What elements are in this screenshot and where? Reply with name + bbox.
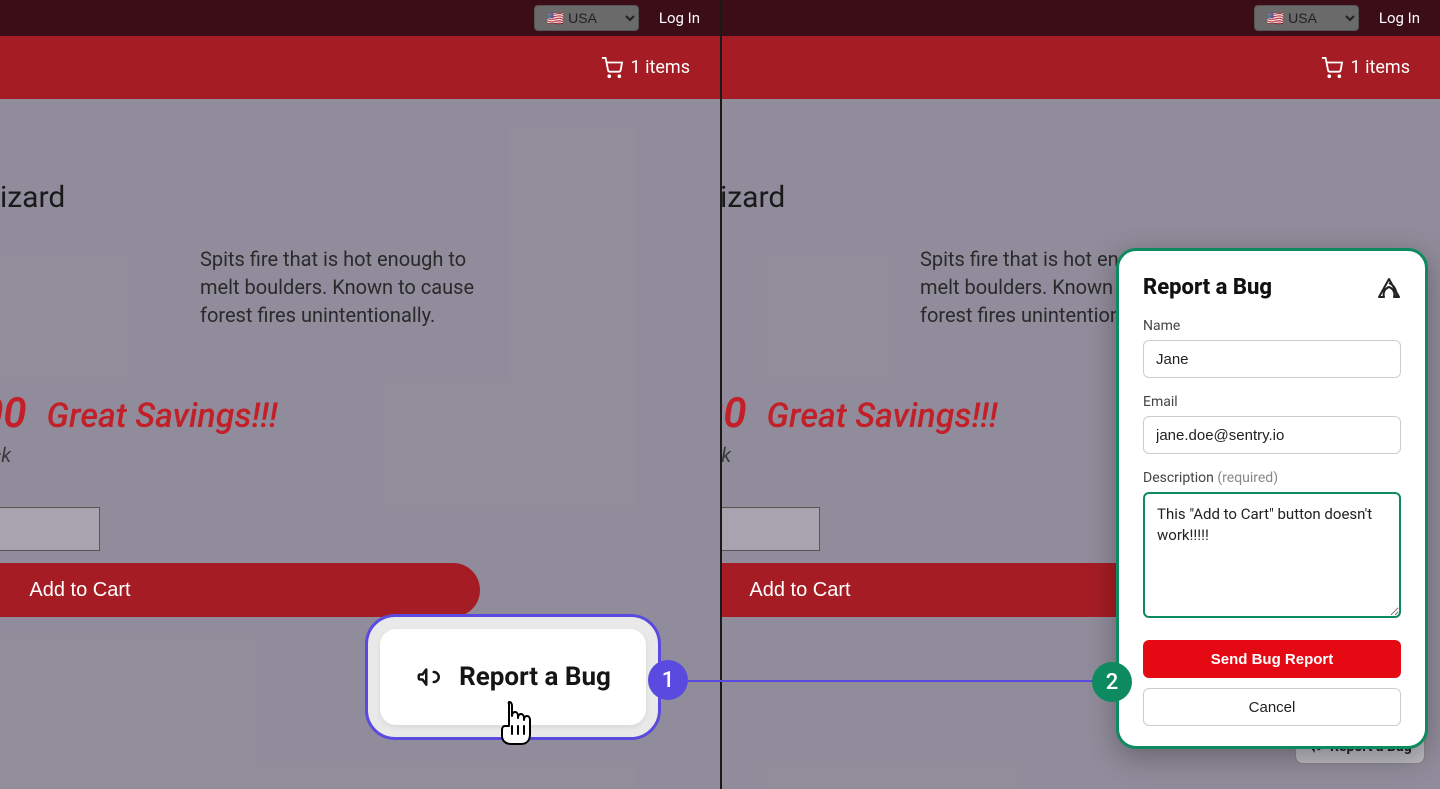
sentry-logo-icon — [1377, 277, 1401, 299]
name-label: Name — [1143, 318, 1401, 334]
product-title: izard — [0, 180, 720, 215]
price-row: 00 Great Savings!!! — [0, 389, 720, 438]
send-report-button[interactable]: Send Bug Report — [1143, 640, 1401, 678]
savings-label: Great Savings!!! — [767, 396, 998, 436]
product-content: izard Spits fire that is hot enough to m… — [0, 110, 720, 617]
step-badge-1: 1 — [648, 660, 688, 700]
cancel-button[interactable]: Cancel — [1143, 688, 1401, 726]
subheader: 1 items — [0, 36, 720, 99]
report-bug-label: Report a Bug — [459, 662, 611, 692]
login-link[interactable]: Log In — [659, 9, 700, 27]
description-label: Description (required) — [1143, 470, 1401, 486]
stock-label: ock — [0, 443, 720, 467]
cart-icon — [1321, 57, 1343, 79]
modal-title: Report a Bug — [1143, 275, 1272, 300]
product-description: Spits fire that is hot enough to melt bo… — [200, 245, 500, 329]
pane-left: 🇺🇸 USA Log In 1 items izard Spits fire t… — [0, 0, 720, 789]
topbar: 🇺🇸 USA Log In — [0, 0, 720, 36]
product-title: izard — [720, 180, 1440, 215]
topbar: 🇺🇸 USA Log In — [720, 0, 1440, 36]
step-connector-line — [688, 680, 1098, 682]
product-price: 00 — [720, 389, 747, 438]
product-price: 00 — [0, 389, 27, 438]
description-textarea[interactable] — [1143, 492, 1401, 618]
quantity-input[interactable] — [720, 507, 820, 551]
name-input[interactable] — [1143, 340, 1401, 378]
login-link[interactable]: Log In — [1379, 9, 1420, 27]
pane-divider — [720, 0, 722, 789]
bug-report-modal: Report a Bug Name Email Description (req… — [1116, 248, 1428, 749]
step-badge-2: 2 — [1092, 662, 1132, 702]
cart-count[interactable]: 1 items — [1351, 57, 1410, 78]
pointer-cursor-icon — [495, 700, 537, 756]
megaphone-icon — [415, 662, 445, 692]
add-to-cart-button[interactable]: Add to Cart — [0, 563, 480, 617]
country-select[interactable]: 🇺🇸 USA — [534, 5, 639, 31]
savings-label: Great Savings!!! — [47, 396, 278, 436]
subheader: 1 items — [720, 36, 1440, 99]
cart-count[interactable]: 1 items — [631, 57, 690, 78]
email-input[interactable] — [1143, 416, 1401, 454]
cart-icon — [601, 57, 623, 79]
country-select[interactable]: 🇺🇸 USA — [1254, 5, 1359, 31]
email-label: Email — [1143, 394, 1401, 410]
pane-right: 🇺🇸 USA Log In 1 items izard Spits fire t… — [720, 0, 1440, 789]
quantity-input[interactable] — [0, 507, 100, 551]
